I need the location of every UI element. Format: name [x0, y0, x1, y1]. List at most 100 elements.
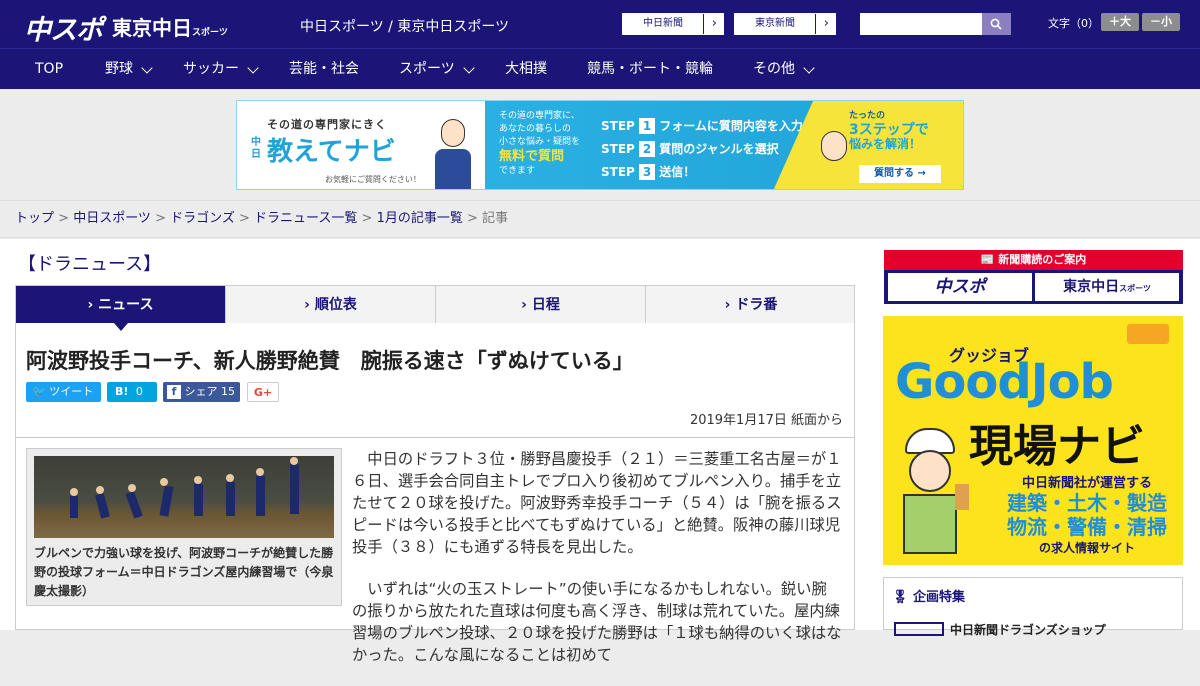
breadcrumb-separator: > [150, 211, 171, 226]
ad-note: お気軽にご質問ください！ [325, 175, 421, 184]
hatena-button[interactable]: B! 0 [107, 382, 157, 402]
breadcrumb-separator: > [462, 211, 483, 226]
active-tab-indicator [114, 323, 128, 331]
nav-item-sumo[interactable]: 大相撲 [505, 49, 547, 90]
tab-standings[interactable]: › 順位表 [226, 286, 436, 324]
ad-cta-button[interactable]: 質問する → [859, 165, 941, 183]
ad-brand-small: 中日 [251, 137, 261, 160]
goodjob-title: GoodJob [895, 354, 1114, 410]
article-date: 2019年1月17日 紙面から [689, 413, 843, 428]
goodjob-desc-line: 物流・警備・清掃 [1007, 515, 1167, 539]
facebook-share-button[interactable]: f シェア 15 [163, 382, 240, 402]
google-plus-button[interactable]: G+ [247, 382, 279, 402]
tokyo-shimbun-button[interactable]: 東京新聞 › [734, 13, 836, 35]
feature-title-text: 企画特集 [913, 590, 966, 605]
chevron-down-icon [247, 62, 259, 74]
goodjob-desc-line: 中日新聞社が運営する [1021, 476, 1152, 491]
feature-box: 🎖 企画特集 中日新聞ドラゴンズショップ [883, 577, 1183, 637]
goodjob-truck-icon [1127, 324, 1169, 344]
newspaper-icon: 📰 [980, 253, 995, 266]
article-photo[interactable] [34, 456, 334, 538]
breadcrumb-current: 記事 [482, 211, 509, 226]
subscribe-tokyo-sub: スポーツ [1119, 284, 1151, 293]
ad-step-text: フォームに質問内容を入力 [659, 119, 803, 133]
fb-share-count: 15 [221, 385, 235, 398]
tweet-button[interactable]: 🐦 ツイート [26, 382, 101, 402]
ad-right-text: たったの 3ステップで 悩みを解消！ [849, 109, 929, 151]
nav-label: 芸能・社会 [289, 61, 359, 77]
subscribe-box[interactable]: 📰 新聞購読のご案内 中スポ 東京中日スポーツ [884, 250, 1183, 304]
ad-tagline: その道の専門家にきく [267, 118, 387, 131]
worker-illustration [897, 420, 969, 560]
tab-news[interactable]: › ニュース [16, 286, 226, 324]
article-body: 中日のドラフト３位・勝野昌慶投手（２１）＝三菱重工名古屋＝が１６日、選手会合同自… [352, 448, 842, 686]
ad-step-text: 質問のジャンルを選択 [659, 142, 779, 156]
breadcrumb-link[interactable]: 1月の記事一覧 [377, 211, 463, 226]
ad-left-panel: その道の専門家にきく 中日 教えてナビ お気軽にご質問ください！ [237, 101, 485, 189]
ad-right-line: 3ステップで [849, 122, 929, 138]
ad-step-word: STEP [601, 119, 635, 133]
breadcrumb: トップ > 中日スポーツ > ドラゴンズ > ドラニュース一覧 > 1月の記事一… [0, 200, 1200, 238]
tokyo-chunichi-logo-sub: スポーツ [192, 28, 228, 38]
hatena-count: 0 [135, 385, 143, 398]
breadcrumb-link[interactable]: トップ [15, 211, 54, 226]
article-headline: 阿波野投手コーチ、新人勝野絶賛 腕振る速さ「ずぬけている」 [26, 349, 634, 373]
tab-schedule[interactable]: › 日程 [436, 286, 646, 324]
pitching-sequence-image [70, 457, 299, 519]
subscribe-tokyo-chunichi[interactable]: 東京中日スポーツ [1035, 273, 1179, 301]
breadcrumb-link[interactable]: ドラゴンズ [170, 211, 235, 226]
subscribe-header-text: 新聞購読のご案内 [998, 253, 1087, 266]
article-paragraph: いずれは“火の玉ストレート”の使い手になるかもしれない。鋭い腕の振りから放たれた… [352, 580, 842, 664]
ad-step-text: 送信！ [659, 165, 696, 179]
twitter-icon: 🐦 [32, 385, 46, 398]
chunichi-shimbun-button[interactable]: 中日新聞 › [622, 13, 724, 35]
ad-steps: STEP 1 フォームに質問内容を入力 STEP 2 質問のジャンルを選択 ST… [601, 115, 803, 184]
nav-item-entertainment[interactable]: 芸能・社会 [289, 49, 359, 90]
main-nav: TOP 野球 サッカー 芸能・社会 スポーツ 大相撲 競馬・ボート・競輪 その他 [0, 48, 1200, 89]
ad-mid-line: あなたの暮らしの [499, 124, 572, 134]
feature-item[interactable]: 中日新聞ドラゴンズショップ [894, 620, 1174, 640]
chunichi-shimbun-label: 中日新聞 [623, 14, 704, 34]
nav-item-top[interactable]: TOP [35, 49, 63, 90]
nav-label: スポーツ [399, 61, 455, 77]
tab-label: 順位表 [314, 297, 357, 313]
nav-item-soccer[interactable]: サッカー [183, 49, 239, 90]
ad-mid-line: できます [499, 166, 536, 176]
goodjob-ad[interactable]: グッジョブ GoodJob 現場ナビ 中日新聞社が運営する 建築・土木・製造 物… [883, 316, 1183, 565]
breadcrumb-link[interactable]: ドラニュース一覧 [254, 211, 357, 226]
oshiete-navi-ad-banner[interactable]: その道の専門家にきく 中日 教えてナビ お気軽にご質問ください！ その道の専門家… [236, 100, 964, 190]
ad-person-illustration [433, 119, 473, 189]
nav-item-sports[interactable]: スポーツ [399, 49, 455, 90]
chevron-right-icon: › [711, 16, 717, 31]
nav-label: 大相撲 [505, 61, 547, 77]
tokyo-shimbun-label: 東京新聞 [735, 14, 816, 34]
search-input[interactable] [860, 13, 982, 35]
ad-step-word: STEP [601, 142, 635, 156]
nav-item-baseball[interactable]: 野球 [105, 49, 133, 90]
fb-share-label: シェア [184, 385, 218, 398]
chevron-down-icon [463, 62, 475, 74]
chusupo-logo[interactable]: 中スポ [24, 8, 103, 47]
tokyo-chunichi-logo[interactable]: 東京中日スポーツ [112, 12, 228, 41]
tab-dora-ban[interactable]: › ドラ番 [646, 286, 856, 324]
subscribe-chusupo[interactable]: 中スポ [888, 273, 1032, 301]
search-button[interactable] [982, 13, 1011, 35]
ad-step-2: STEP 2 質問のジャンルを選択 [601, 141, 779, 157]
ad-mid-highlight: 無料で質問 [499, 149, 565, 164]
font-smaller-button[interactable]: －小 [1142, 13, 1180, 31]
nav-label: その他 [753, 61, 795, 77]
ad-mid-line: 小さな悩み・疑問を [499, 137, 581, 147]
font-larger-button[interactable]: ＋大 [1101, 13, 1139, 31]
ad-step-word: STEP [601, 165, 635, 179]
nav-label: TOP [35, 61, 64, 77]
nav-item-other[interactable]: その他 [753, 49, 795, 90]
article-paragraph: 中日のドラフト３位・勝野昌慶投手（２１）＝三菱重工名古屋＝が１６日、選手会合同自… [352, 450, 842, 556]
hatena-icon: B! [115, 385, 129, 398]
tab-label: ドラ番 [735, 297, 778, 313]
chevron-down-icon [803, 62, 815, 74]
subscribe-tokyo-label: 東京中日 [1063, 279, 1120, 295]
ad-mid-line: その道の専門家に、 [499, 111, 580, 121]
site-name: 中日スポーツ / 東京中日スポーツ [300, 19, 510, 35]
breadcrumb-link[interactable]: 中日スポーツ [73, 211, 151, 226]
nav-item-racing[interactable]: 競馬・ボート・競輪 [587, 49, 713, 90]
